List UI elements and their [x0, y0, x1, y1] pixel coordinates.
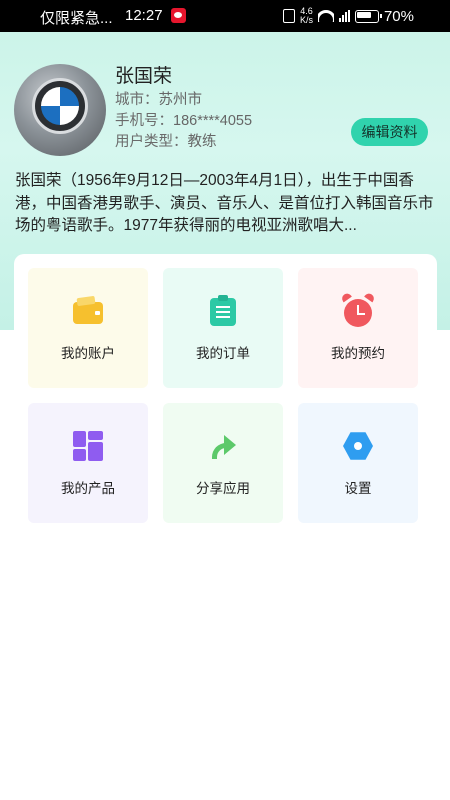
menu-item-appointments[interactable]: 我的预约: [298, 268, 418, 388]
menu-item-settings[interactable]: 设置: [298, 403, 418, 523]
user-type-label: 用户类型：: [115, 134, 188, 150]
network-speed: 4.6 K/s: [299, 6, 313, 25]
clipboard-icon: [208, 295, 238, 326]
phone-value: 186****4055: [173, 113, 253, 129]
city-label: 城市：: [115, 92, 159, 108]
menu-item-share[interactable]: 分享应用: [163, 403, 283, 523]
user-name: 张国荣: [115, 66, 173, 87]
grid-icon: [73, 431, 103, 461]
carrier-text: 仅限紧急...: [40, 10, 113, 27]
user-type-value: 教练: [187, 134, 217, 150]
clock-time: 12:27: [125, 7, 163, 24]
menu-item-label: 我的订单: [196, 346, 250, 361]
bmw-logo-icon: [32, 78, 88, 134]
edit-profile-button[interactable]: 编辑资料: [351, 118, 428, 146]
menu-item-products[interactable]: 我的产品: [28, 403, 148, 523]
city-value: 苏州市: [158, 92, 203, 108]
menu-item-label: 分享应用: [196, 481, 250, 496]
vibrate-icon: [282, 9, 295, 23]
signal-icon: [338, 10, 350, 22]
alarm-clock-icon: [340, 291, 376, 327]
city-line: 城市：苏州市: [115, 88, 202, 109]
bio-text: 张国荣（1956年9月12日—2003年4月1日），出生于中国香港，中国香港男歌…: [15, 172, 434, 234]
menu-item-orders[interactable]: 我的订单: [163, 268, 283, 388]
battery-percent: 70%: [383, 7, 414, 25]
battery-icon: [354, 9, 382, 23]
wallet-icon: [73, 296, 103, 326]
phone-line: 手机号：186****4055: [115, 109, 252, 130]
user-type-line: 用户类型：教练: [115, 130, 217, 151]
status-bar: 仅限紧急... 12:27 4.6 K/s 70%: [0, 0, 450, 32]
menu-item-label: 我的账户: [61, 346, 115, 361]
menu-item-label: 我的预约: [331, 346, 385, 361]
avatar[interactable]: [14, 64, 106, 156]
settings-hexagon-icon: [343, 431, 373, 461]
menu-item-label: 我的产品: [61, 481, 115, 496]
weibo-notification-icon: [171, 8, 186, 23]
wifi-icon: [317, 10, 334, 22]
menu-panel: 我的账户 我的订单 我的预约 我的产品 分享应用 设置: [14, 254, 437, 554]
share-icon: [208, 431, 238, 461]
menu-item-label: 设置: [344, 481, 372, 496]
phone-label: 手机号：: [115, 113, 173, 129]
menu-item-account[interactable]: 我的账户: [28, 268, 148, 388]
